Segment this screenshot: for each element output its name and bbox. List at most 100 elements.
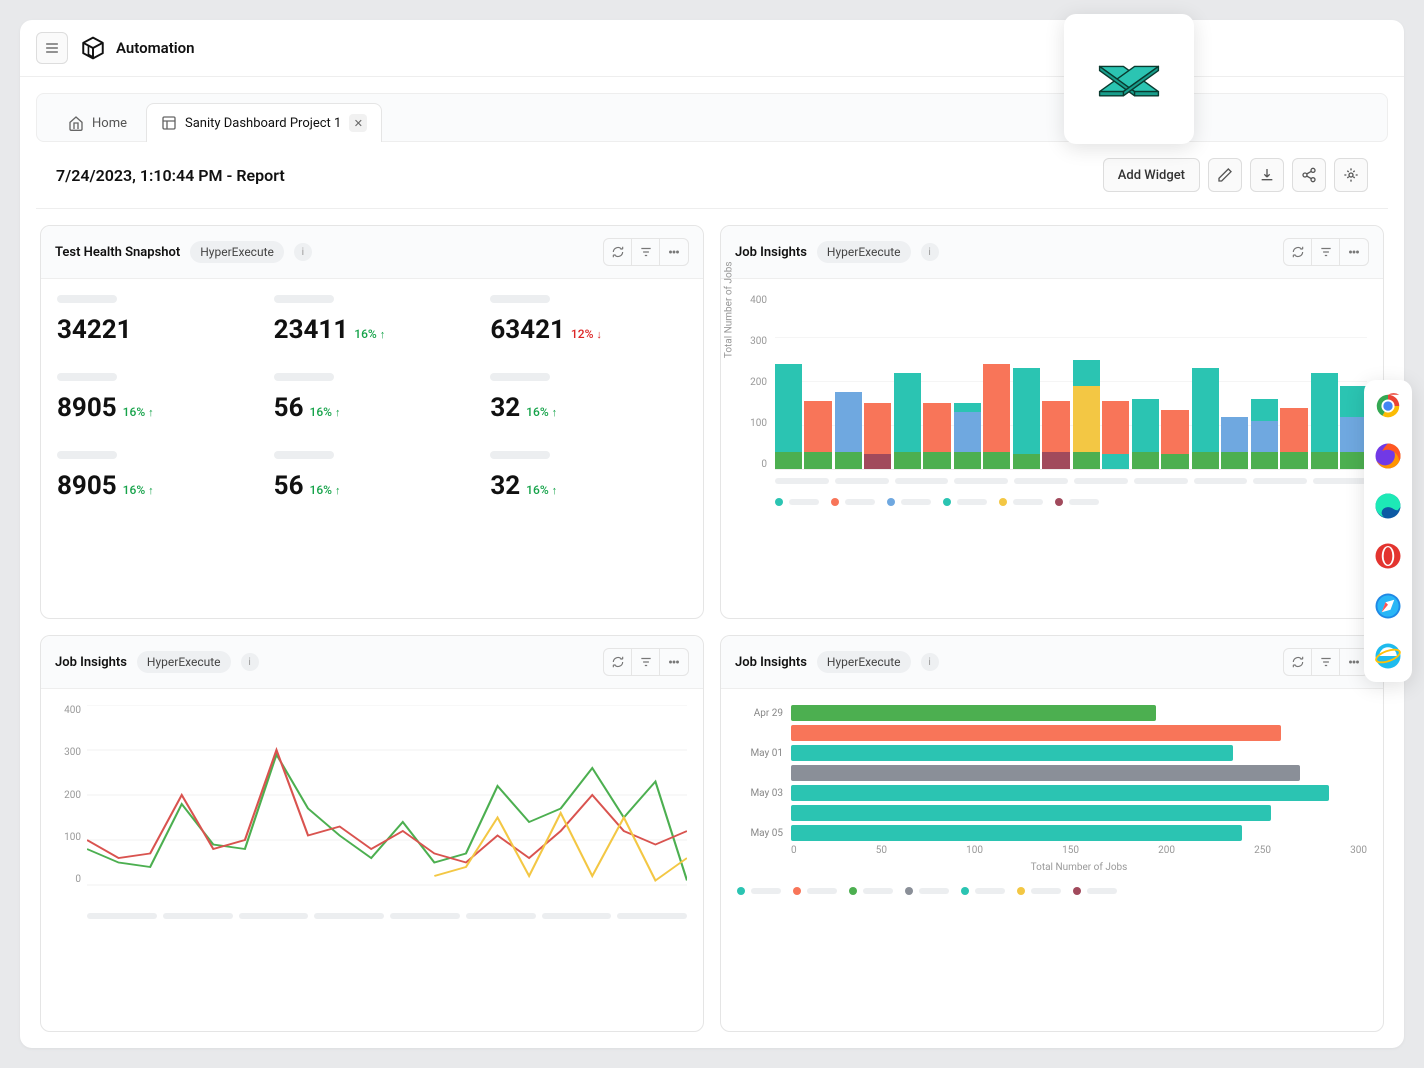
hamburger-icon (44, 40, 60, 56)
settings-button[interactable] (1334, 158, 1368, 192)
dots-icon (667, 245, 681, 259)
app-logo: Automation (80, 35, 195, 61)
metric: 3216% ↑ (490, 373, 687, 423)
metric: 890516% ↑ (57, 373, 254, 423)
dots-icon (1347, 655, 1361, 669)
metric: 5616% ↑ (274, 451, 471, 501)
add-widget-button[interactable]: Add Widget (1103, 158, 1200, 192)
bars-area (775, 295, 1367, 470)
more-button[interactable] (1340, 239, 1368, 265)
hbar-row: May 05 (737, 825, 1367, 841)
hbar-row (737, 725, 1367, 741)
edit-button[interactable] (1208, 158, 1242, 192)
more-button[interactable] (660, 649, 688, 675)
info-icon[interactable]: i (921, 653, 939, 671)
home-icon (68, 115, 84, 131)
download-button[interactable] (1250, 158, 1284, 192)
y-axis-ticks: 4003002001000 (737, 295, 767, 470)
filter-button[interactable] (632, 649, 660, 675)
refresh-button[interactable] (604, 649, 632, 675)
card-header: Test Health Snapshot HyperExecute i (41, 226, 703, 279)
refresh-button[interactable] (1284, 239, 1312, 265)
card-header: Job Insights HyperExecute i (721, 636, 1383, 689)
menu-button[interactable] (36, 32, 68, 64)
card-title: Test Health Snapshot (55, 245, 180, 260)
refresh-icon (1291, 655, 1305, 669)
filter-button[interactable] (632, 239, 660, 265)
metric: 2341116% ↑ (274, 295, 471, 345)
card-header: Job Insights HyperExecute i (41, 636, 703, 689)
line-plot-svg (87, 705, 687, 905)
browser-dock (1364, 380, 1412, 682)
y-axis-label: Total Number of Jobs (724, 261, 735, 358)
pencil-icon (1217, 167, 1233, 183)
hyperexecute-x-icon (1094, 56, 1164, 102)
line-chart: 4003002001000 (57, 705, 687, 905)
hbar-chart: Apr 29 May 01 May 03 May 05 (737, 705, 1367, 841)
hbar-legend (737, 887, 1367, 895)
share-button[interactable] (1292, 158, 1326, 192)
info-icon[interactable]: i (241, 653, 259, 671)
filter-button[interactable] (1312, 649, 1340, 675)
report-actions: Add Widget (1103, 158, 1368, 192)
info-icon[interactable]: i (294, 243, 312, 261)
dashboard-icon (161, 115, 177, 131)
metric: 5616% ↑ (274, 373, 471, 423)
metric: 6342112% ↓ (490, 295, 687, 345)
dots-icon (1347, 245, 1361, 259)
hbar-row: May 01 (737, 745, 1367, 761)
stacked-bar-chart: Total Number of Jobs 4003002001000 (737, 295, 1367, 506)
metric: 3216% ↑ (490, 451, 687, 501)
x-axis-placeholders (775, 478, 1367, 484)
dashboard-grid: Test Health Snapshot HyperExecute i 3422… (20, 209, 1404, 1048)
card-pill: HyperExecute (817, 651, 911, 673)
tab-close-button[interactable]: ✕ (349, 114, 367, 132)
y-axis-ticks: 4003002001000 (57, 705, 81, 885)
hbar-row: May 03 (737, 785, 1367, 801)
refresh-button[interactable] (604, 239, 632, 265)
share-icon (1301, 167, 1317, 183)
tab-project-label: Sanity Dashboard Project 1 (185, 116, 341, 131)
metric: 890516% ↑ (57, 451, 254, 501)
report-bar: 7/24/2023, 1:10:44 PM - Report Add Widge… (36, 142, 1388, 209)
more-button[interactable] (660, 239, 688, 265)
card-job-insights-bar: Job Insights HyperExecute i Total Number… (720, 225, 1384, 619)
dots-icon (667, 655, 681, 669)
card-pill: HyperExecute (137, 651, 231, 673)
filter-button[interactable] (1312, 239, 1340, 265)
topbar: Automation (20, 20, 1404, 77)
hyperexecute-logo-card (1064, 14, 1194, 144)
opera-icon[interactable] (1372, 540, 1404, 572)
chrome-icon[interactable] (1372, 390, 1404, 422)
ie-icon[interactable] (1372, 640, 1404, 672)
edge-icon[interactable] (1372, 490, 1404, 522)
hbar-row (737, 765, 1367, 781)
gear-icon (1343, 167, 1359, 183)
metrics-grid: 34221 2341116% ↑ 6342112% ↓ 890516% ↑ 5616% … (57, 295, 687, 501)
metric: 34221 (57, 295, 254, 345)
card-job-insights-line: Job Insights HyperExecute i 400300200100… (40, 635, 704, 1032)
app-title: Automation (116, 39, 195, 57)
refresh-icon (611, 655, 625, 669)
filter-icon (1319, 655, 1333, 669)
filter-icon (1319, 245, 1333, 259)
app-logo-icon (80, 35, 106, 61)
card-title: Job Insights (55, 655, 127, 670)
tab-home-label: Home (92, 116, 127, 131)
x-axis-ticks: 050100150200250300 (791, 845, 1367, 856)
refresh-icon (1291, 245, 1305, 259)
tab-home[interactable]: Home (53, 103, 142, 142)
hbar-row: Apr 29 (737, 705, 1367, 721)
x-axis-placeholders (87, 913, 687, 919)
refresh-button[interactable] (1284, 649, 1312, 675)
refresh-icon (611, 245, 625, 259)
firefox-icon[interactable] (1372, 440, 1404, 472)
info-icon[interactable]: i (921, 243, 939, 261)
filter-icon (639, 245, 653, 259)
report-title: 7/24/2023, 1:10:44 PM - Report (56, 166, 285, 185)
safari-icon[interactable] (1372, 590, 1404, 622)
tab-project[interactable]: Sanity Dashboard Project 1 ✕ (146, 103, 382, 142)
card-pill: HyperExecute (817, 241, 911, 263)
download-icon (1259, 167, 1275, 183)
filter-icon (639, 655, 653, 669)
